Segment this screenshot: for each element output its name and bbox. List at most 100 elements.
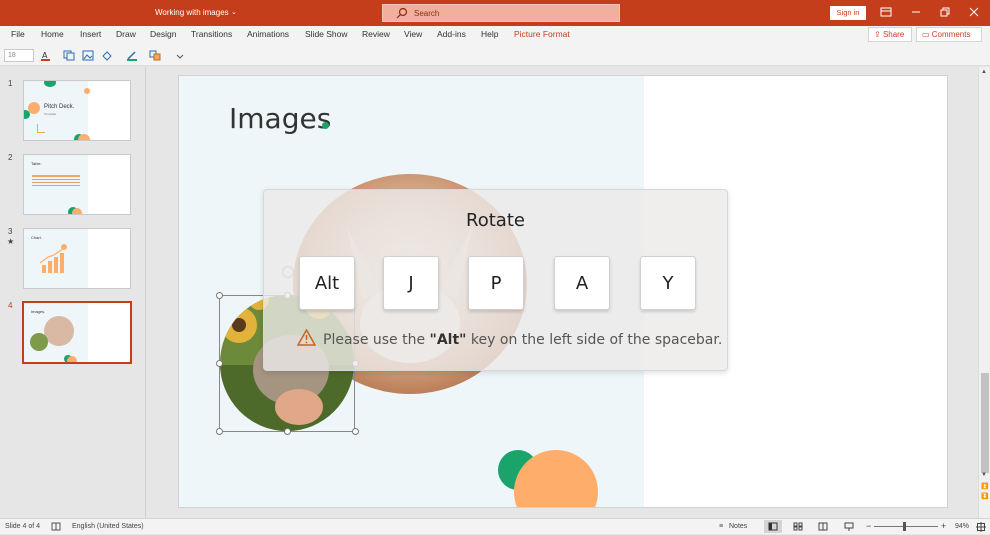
fit-to-window-icon[interactable] bbox=[976, 522, 986, 532]
tab-animations[interactable]: Animations bbox=[247, 29, 289, 39]
customize-toolbar-icon[interactable] bbox=[174, 50, 186, 61]
title-dropdown-icon[interactable]: ⌄ bbox=[231, 8, 237, 16]
thumb-label: Chart. bbox=[31, 235, 42, 240]
slide-thumbnail-3[interactable]: Chart. bbox=[23, 228, 131, 289]
share-icon: ⇪ bbox=[874, 30, 883, 39]
search-placeholder: Search bbox=[414, 9, 440, 18]
title-bar: Working with images ⌄ Search Sign in bbox=[0, 0, 990, 26]
thumb-number: 3 bbox=[8, 227, 13, 236]
slide-title[interactable]: Images bbox=[229, 102, 331, 135]
tab-review[interactable]: Review bbox=[362, 29, 390, 39]
search-icon bbox=[396, 7, 408, 19]
key-alt: Alt bbox=[299, 256, 355, 310]
zoom-out-button[interactable]: − bbox=[866, 521, 871, 531]
comments-label: Comments bbox=[931, 30, 971, 39]
thumb-dot bbox=[84, 88, 90, 94]
font-size-value: 18 bbox=[8, 52, 16, 59]
thumb-hedgehog-image bbox=[30, 333, 48, 351]
resize-handle[interactable] bbox=[216, 360, 223, 367]
slide-thumbnail-panel: 1 Pitch Deck. Template 2 Table. 3 ★ Char… bbox=[0, 67, 146, 518]
fill-icon[interactable] bbox=[101, 50, 113, 61]
warning-prefix: Please use the bbox=[323, 332, 430, 348]
copy-icon[interactable] bbox=[63, 50, 75, 61]
thumb-chart bbox=[37, 124, 45, 133]
document-title[interactable]: Working with images bbox=[155, 8, 229, 17]
thumb-table-row bbox=[32, 179, 80, 180]
reading-view-icon[interactable] bbox=[818, 522, 828, 531]
tab-design[interactable]: Design bbox=[150, 29, 176, 39]
tab-view[interactable]: View bbox=[404, 29, 422, 39]
zoom-in-button[interactable]: + bbox=[941, 521, 946, 531]
key-p: P bbox=[468, 256, 524, 310]
thumb-table-row bbox=[32, 185, 80, 186]
font-color-icon[interactable]: A bbox=[40, 50, 52, 61]
resize-handle[interactable] bbox=[216, 292, 223, 299]
restore-icon[interactable] bbox=[937, 4, 953, 20]
svg-text:A: A bbox=[42, 51, 48, 60]
title-accent-dot bbox=[322, 122, 329, 129]
tab-file[interactable]: File bbox=[11, 29, 25, 39]
picture-icon[interactable] bbox=[82, 50, 94, 61]
minimize-icon[interactable] bbox=[908, 4, 924, 20]
scroll-thumb[interactable] bbox=[981, 373, 989, 473]
tab-help[interactable]: Help bbox=[481, 29, 498, 39]
warning-key: "Alt" bbox=[429, 332, 467, 348]
comments-button[interactable]: ▭ Comments bbox=[916, 27, 982, 42]
language[interactable]: English (United States) bbox=[72, 523, 144, 530]
close-icon[interactable] bbox=[966, 4, 982, 20]
scroll-down-icon[interactable]: ▼ bbox=[981, 472, 987, 478]
vertical-scrollbar[interactable]: ▲ ▼ ⏫ ⏬ bbox=[978, 67, 990, 518]
normal-view-icon bbox=[768, 522, 778, 531]
thumb-label: Table. bbox=[31, 161, 42, 166]
tab-draw[interactable]: Draw bbox=[116, 29, 136, 39]
zoom-slider-thumb[interactable] bbox=[903, 522, 906, 531]
slide-sorter-icon[interactable] bbox=[793, 522, 803, 531]
slide-thumbnail-4[interactable]: Images. bbox=[22, 301, 132, 364]
tab-add-ins[interactable]: Add-ins bbox=[437, 29, 466, 39]
resize-handle[interactable] bbox=[216, 428, 223, 435]
thumb-dot bbox=[78, 134, 90, 140]
share-label: Share bbox=[882, 30, 905, 39]
tab-slide-show[interactable]: Slide Show bbox=[305, 29, 348, 39]
sign-in-button[interactable]: Sign in bbox=[830, 6, 866, 20]
key-y: Y bbox=[640, 256, 696, 310]
animation-star-icon: ★ bbox=[7, 237, 15, 246]
scroll-up-icon[interactable]: ▲ bbox=[981, 69, 987, 75]
warning-message: Please use the "Alt" key on the left sid… bbox=[323, 332, 722, 348]
thumb-table-header bbox=[32, 175, 80, 177]
normal-view-button[interactable] bbox=[764, 520, 782, 533]
slide-thumbnail-2[interactable]: Table. bbox=[23, 154, 131, 215]
resize-handle[interactable] bbox=[284, 428, 291, 435]
previous-slide-icon[interactable]: ⏫ bbox=[981, 483, 988, 490]
thumb-chart-icon bbox=[39, 244, 67, 273]
tab-home[interactable]: Home bbox=[41, 29, 64, 39]
comment-icon: ▭ bbox=[922, 30, 932, 39]
slide-thumbnail-1[interactable]: Pitch Deck. Template bbox=[23, 80, 131, 141]
thumb-number: 1 bbox=[8, 79, 13, 88]
tab-transitions[interactable]: Transitions bbox=[191, 29, 232, 39]
zoom-slider[interactable] bbox=[874, 526, 938, 527]
notes-icon[interactable]: ≡ bbox=[719, 523, 723, 530]
share-button[interactable]: ⇪ Share bbox=[868, 27, 912, 42]
spelling-icon[interactable] bbox=[51, 522, 61, 531]
tab-picture-format[interactable]: Picture Format bbox=[514, 29, 570, 39]
arrange-icon[interactable] bbox=[149, 50, 161, 61]
thumb-dot bbox=[67, 356, 77, 362]
notes-button[interactable]: Notes bbox=[729, 523, 747, 530]
status-bar: Slide 4 of 4 English (United States) ≡ N… bbox=[0, 518, 990, 534]
search-box[interactable]: Search bbox=[382, 4, 620, 22]
outline-icon[interactable] bbox=[126, 50, 138, 61]
key-j: J bbox=[383, 256, 439, 310]
ribbon-display-icon[interactable] bbox=[878, 4, 894, 20]
thumb-number: 4 bbox=[8, 301, 13, 310]
thumb-dot bbox=[72, 208, 82, 214]
thumb-table-row bbox=[32, 182, 80, 183]
thumb-number: 2 bbox=[8, 153, 13, 162]
key-a: A bbox=[554, 256, 610, 310]
slideshow-icon[interactable] bbox=[844, 522, 854, 531]
resize-handle[interactable] bbox=[352, 428, 359, 435]
zoom-level[interactable]: 94% bbox=[955, 523, 969, 530]
font-size-select[interactable]: 18 bbox=[4, 49, 34, 62]
tab-insert[interactable]: Insert bbox=[80, 29, 101, 39]
next-slide-icon[interactable]: ⏬ bbox=[981, 493, 988, 500]
